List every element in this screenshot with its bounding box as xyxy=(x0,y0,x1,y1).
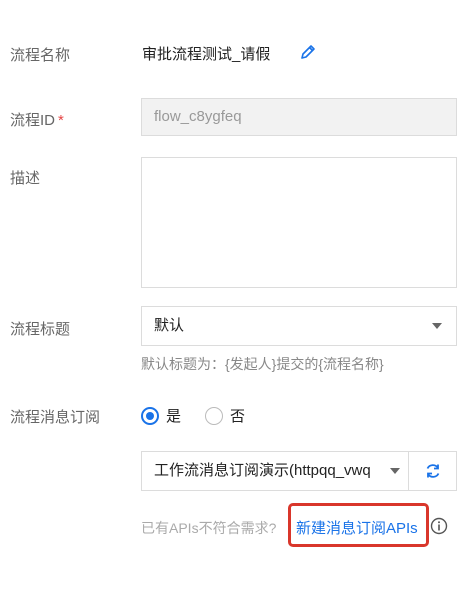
radio-yes-dot[interactable] xyxy=(141,406,159,425)
edit-icon[interactable] xyxy=(298,42,318,62)
new-api-link[interactable]: 新建消息订阅APIs xyxy=(296,517,418,538)
required-mark: * xyxy=(58,112,64,129)
flow-id-value: flow_c8ygfeq xyxy=(154,108,242,125)
flow-id-label-text: 流程ID xyxy=(10,112,56,129)
flow-name-label: 流程名称 xyxy=(10,47,71,64)
caret-down-icon xyxy=(390,468,400,474)
flow-title-hint: 默认标题为：{发起人}提交的{流程名称} xyxy=(141,356,384,372)
info-icon[interactable] xyxy=(430,517,448,535)
description-textarea[interactable] xyxy=(141,157,457,288)
radio-no-dot[interactable] xyxy=(205,406,223,425)
radio-no-label: 否 xyxy=(230,408,246,425)
refresh-icon xyxy=(426,464,439,478)
caret-down-icon xyxy=(432,323,442,329)
radio-yes[interactable]: 是 xyxy=(141,405,181,426)
subscribe-label: 流程消息订阅 xyxy=(10,409,101,426)
api-note: 已有APIs不符合需求? xyxy=(141,520,277,536)
flow-id-label: 流程ID * xyxy=(10,109,64,130)
radio-no[interactable]: 否 xyxy=(205,405,245,426)
description-label: 描述 xyxy=(10,170,41,187)
refresh-button[interactable] xyxy=(409,451,457,491)
radio-yes-label: 是 xyxy=(166,408,182,425)
flow-title-value: 默认 xyxy=(154,317,185,334)
api-select-value: 工作流消息订阅演示(httpqq_vwq xyxy=(154,462,371,479)
flow-name-value: 审批流程测试_请假 xyxy=(142,46,271,63)
api-select[interactable]: 工作流消息订阅演示(httpqq_vwq xyxy=(141,451,409,491)
flow-title-label: 流程标题 xyxy=(10,321,71,338)
flow-id-input: flow_c8ygfeq xyxy=(141,98,457,136)
flow-title-select[interactable]: 默认 xyxy=(141,306,457,346)
